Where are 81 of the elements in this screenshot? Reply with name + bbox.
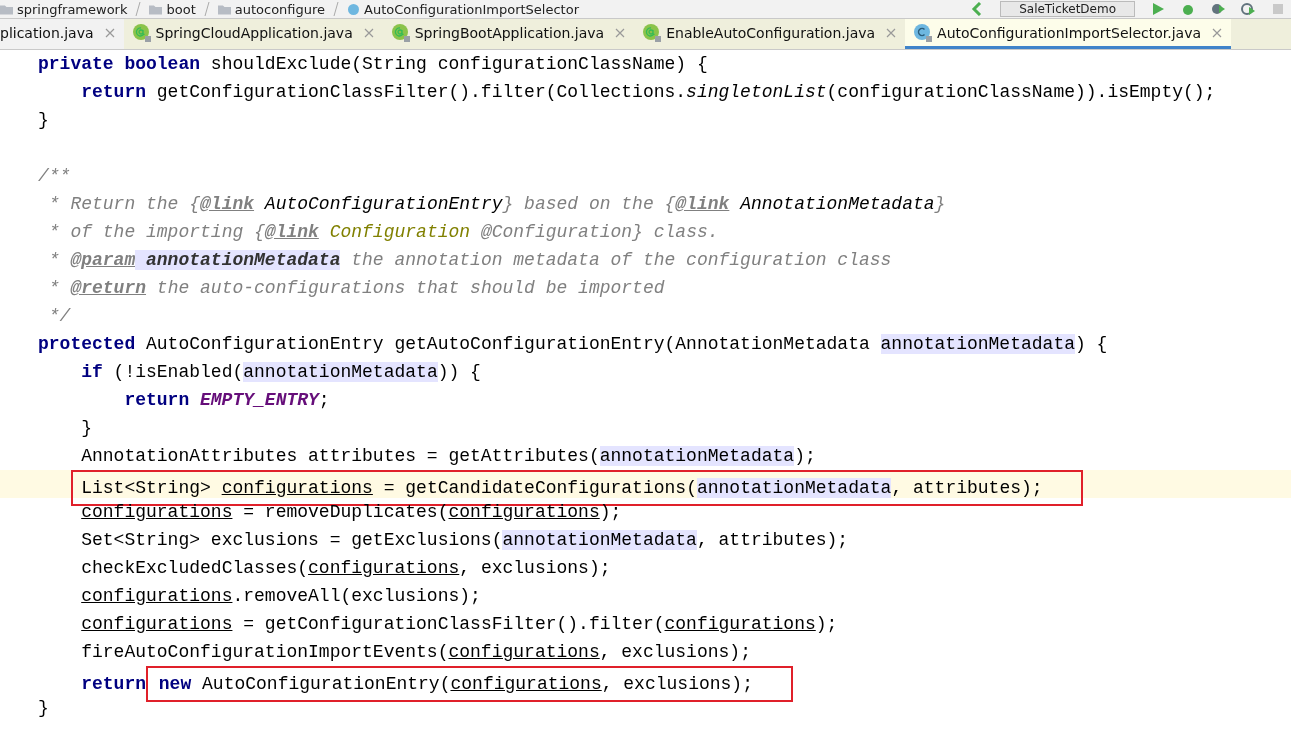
code-token: @return bbox=[70, 278, 147, 298]
code-token: configurations bbox=[448, 642, 600, 662]
editor-tab[interactable]: SpringBootApplication.java bbox=[382, 19, 635, 49]
code-token: = removeDuplicates( bbox=[242, 502, 449, 522]
code-token: configurations bbox=[81, 614, 233, 634]
code-token: @Configuration} class. bbox=[479, 222, 719, 242]
code-token: getConfigurationClassFilter().filter(Collections. bbox=[155, 82, 687, 102]
code-token: ); bbox=[794, 446, 816, 466]
code-token: = getCandidateConfigurations( bbox=[382, 478, 697, 498]
breadcrumb-item[interactable]: boot bbox=[166, 1, 196, 17]
code-token: configurations bbox=[81, 586, 233, 606]
editor-tab[interactable]: AutoConfigurationImportSelector.java bbox=[905, 19, 1231, 49]
code-token: } bbox=[38, 698, 49, 718]
editor-tab[interactable]: plication.java bbox=[0, 19, 124, 49]
code-token: configurations bbox=[308, 558, 460, 578]
code-token: ); bbox=[815, 614, 838, 634]
code-token: (configurationClassName)).isEmpty(); bbox=[826, 82, 1216, 102]
breadcrumb-item[interactable]: AutoConfigurationImportSelector bbox=[364, 1, 579, 17]
code-token: shouldExclude(String configurationClassName) { bbox=[209, 54, 708, 74]
code-token: } bbox=[81, 418, 92, 438]
code-token: return bbox=[81, 673, 146, 694]
code-token: = getConfigurationClassFilter().filter( bbox=[242, 614, 665, 634]
code-token: fireAutoConfigurationImportEvents( bbox=[81, 642, 449, 662]
code-token: configurations bbox=[664, 614, 816, 634]
code-token: configurations bbox=[81, 502, 233, 522]
code-token: , exclusions); bbox=[601, 674, 753, 694]
code-token: @link bbox=[264, 222, 319, 242]
code-token: AutoConfigurationEntry getAutoConfigurationEntry(AnnotationMetadata bbox=[145, 334, 871, 354]
code-token: @param bbox=[70, 250, 136, 270]
code-token: annotationMetadata bbox=[599, 446, 795, 466]
code-token: AutoConfigurationEntry( bbox=[201, 674, 451, 694]
code-token: /** bbox=[38, 166, 71, 186]
code-token: if bbox=[81, 362, 103, 382]
code-token: AnnotationMetadata bbox=[738, 194, 935, 214]
code-token: ) { bbox=[1075, 334, 1108, 354]
code-token: AutoConfigurationEntry bbox=[263, 194, 503, 214]
code-token: new bbox=[157, 674, 192, 694]
code-token: , exclusions); bbox=[459, 558, 611, 578]
code-token: configurations bbox=[450, 674, 602, 694]
code-token: return bbox=[81, 82, 146, 102]
code-token: the auto-configurations that should be imported bbox=[155, 278, 665, 298]
code-token: return bbox=[124, 390, 190, 410]
code-token: annotationMetadata bbox=[696, 478, 892, 498]
code-token: annotationMetadata bbox=[243, 362, 438, 382]
run-config-dropdown[interactable]: SaleTicketDemo bbox=[1000, 1, 1135, 17]
code-token: protected bbox=[38, 334, 136, 354]
editor-tab[interactable]: SpringCloudApplication.java bbox=[123, 19, 383, 49]
breadcrumb-item[interactable]: springframework bbox=[17, 1, 128, 17]
code-token: configurations bbox=[448, 502, 600, 522]
code-token: , exclusions); bbox=[599, 642, 751, 662]
code-token: } based on the { bbox=[502, 194, 676, 214]
code-token: @link bbox=[200, 194, 255, 214]
editor-tab[interactable]: EnableAutoConfiguration.java bbox=[634, 19, 906, 49]
code-token: Configuration bbox=[328, 222, 471, 242]
code-token: .removeAll(exclusions); bbox=[232, 586, 481, 606]
code-token: * bbox=[47, 250, 61, 270]
code-token: (!isEnabled( bbox=[112, 362, 244, 382]
code-token: } bbox=[934, 194, 946, 214]
code-token: * Return the { bbox=[47, 194, 201, 214]
code-token: )) { bbox=[437, 362, 481, 382]
code-token: singletonList bbox=[686, 82, 827, 102]
code-token: ); bbox=[599, 502, 622, 522]
code-token: * bbox=[47, 278, 61, 298]
code-token: annotationMetadata bbox=[135, 250, 341, 270]
breadcrumb-item[interactable]: autoconfigure bbox=[234, 1, 326, 17]
code-token: annotationMetadata bbox=[880, 334, 1075, 354]
code-token: @link bbox=[675, 194, 730, 214]
code-token: configurations bbox=[221, 478, 373, 498]
code-token: checkExcludedClasses( bbox=[81, 558, 309, 578]
code-token: } bbox=[38, 110, 49, 130]
code-token: EMPTY_ENTRY bbox=[199, 390, 319, 410]
code-token: , attributes); bbox=[696, 530, 849, 550]
code-token: Set<String> exclusions = getExclusions( bbox=[81, 530, 503, 550]
code-token: AnnotationAttributes attributes = getAttributes( bbox=[81, 446, 600, 466]
code-token: List<String> bbox=[81, 478, 212, 498]
code-token: , attributes); bbox=[891, 478, 1043, 498]
code-token: the annotation metadata of the configuration class bbox=[350, 250, 892, 270]
code-token: */ bbox=[47, 306, 71, 326]
code-token: annotationMetadata bbox=[502, 530, 697, 550]
code-token: * of the importing { bbox=[47, 222, 265, 242]
code-token: private boolean bbox=[38, 54, 201, 74]
